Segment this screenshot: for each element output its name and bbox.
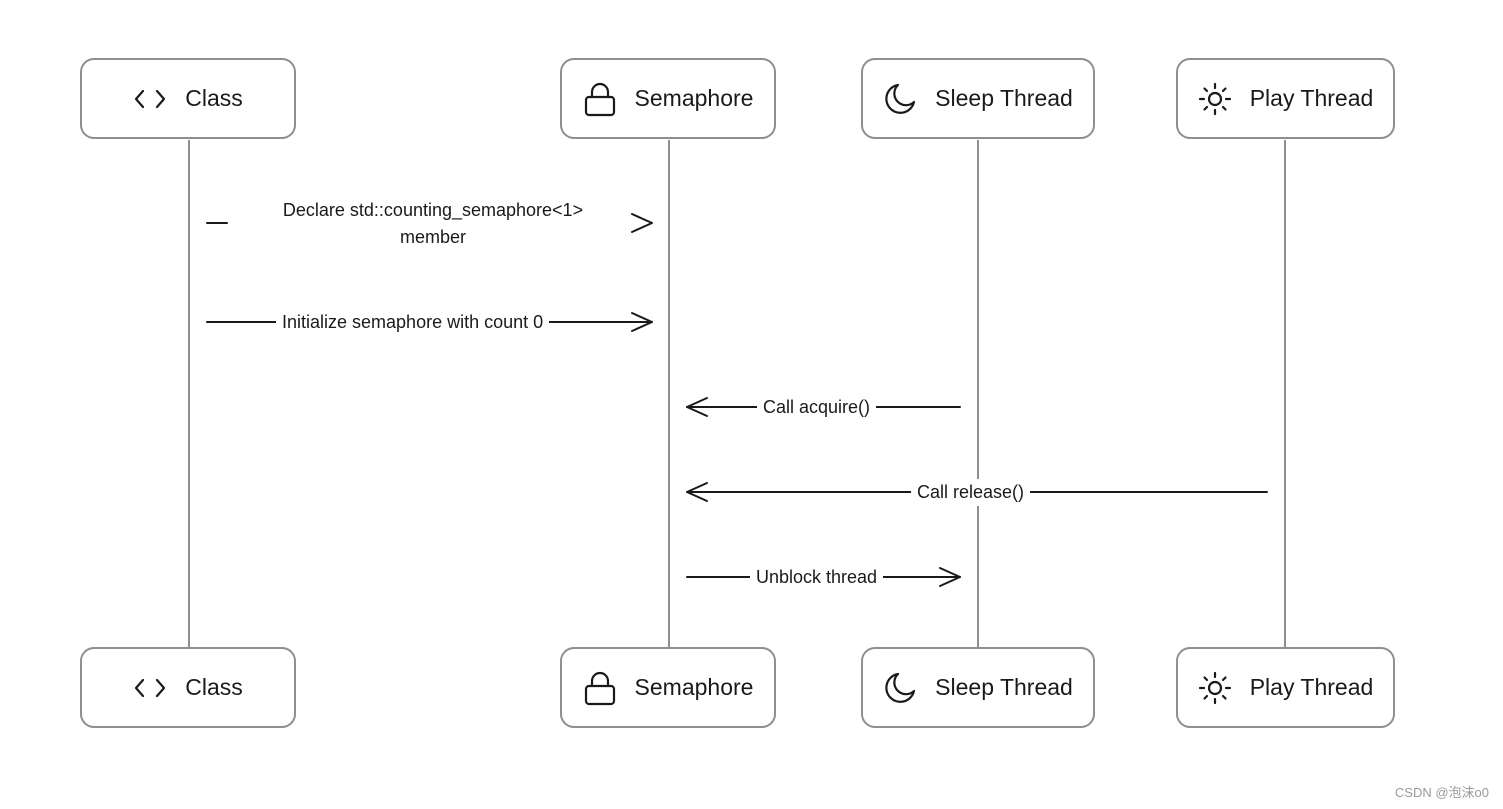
message-label-initialize: Initialize semaphore with count 0 <box>276 309 550 336</box>
message-label-declare: Declare std::counting_semaphore<1> membe… <box>236 197 630 251</box>
watermark: CSDN @泡沫o0 <box>1394 785 1489 800</box>
participant-label: Play Thread <box>1249 85 1374 111</box>
participant-semaphore-bottom[interactable]: Semaphore <box>560 647 776 728</box>
participant-sleep-thread-bottom[interactable]: Sleep Thread <box>861 647 1095 728</box>
participant-play-thread-top[interactable]: Play Thread <box>1176 58 1395 139</box>
participant-sleep-thread-top[interactable]: Sleep Thread <box>861 58 1095 139</box>
participant-semaphore-top[interactable]: Semaphore <box>560 58 776 139</box>
code-brackets-icon <box>133 82 167 116</box>
participant-play-thread-bottom[interactable]: Play Thread <box>1176 647 1395 728</box>
participant-class-top[interactable]: Class <box>80 58 296 139</box>
message-label-declare-line1: Declare std::counting_semaphore<1> <box>282 200 584 220</box>
sun-icon <box>1198 671 1232 705</box>
moon-icon <box>883 82 917 116</box>
participant-label: Class <box>185 85 243 111</box>
lock-icon <box>583 82 617 116</box>
message-label-declare-line2: member <box>399 227 466 247</box>
participant-label: Semaphore <box>634 674 754 700</box>
participant-label: Sleep Thread <box>935 85 1073 111</box>
code-brackets-icon <box>133 671 167 705</box>
participant-label: Sleep Thread <box>935 674 1073 700</box>
participant-class-bottom[interactable]: Class <box>80 647 296 728</box>
message-label-release: Call release() <box>911 479 1031 506</box>
participant-label: Class <box>185 674 243 700</box>
message-label-unblock: Unblock thread <box>750 564 884 591</box>
participant-label: Play Thread <box>1249 674 1374 700</box>
message-label-acquire: Call acquire() <box>757 394 877 421</box>
moon-icon <box>883 671 917 705</box>
participant-label: Semaphore <box>634 85 754 111</box>
sun-icon <box>1198 82 1232 116</box>
lock-icon <box>583 671 617 705</box>
